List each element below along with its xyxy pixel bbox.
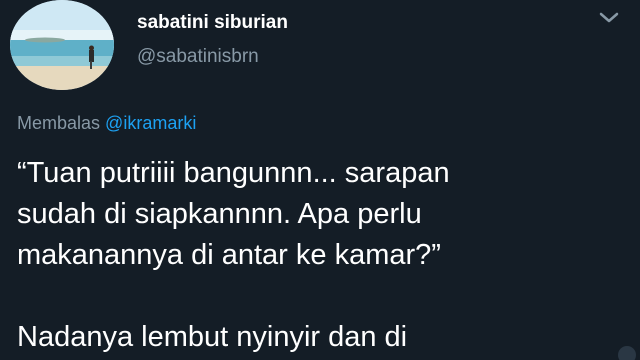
beach-photo-avatar <box>10 0 114 90</box>
corner-indicator <box>618 346 636 360</box>
tweet-text-line: “Tuan putriiii bangunnn... sarapan <box>17 157 450 189</box>
tweet-text: “Tuan putriiii bangunnn... sarapan sudah… <box>17 153 627 358</box>
author-handle[interactable]: @sabatinisbrn <box>137 46 259 68</box>
chevron-down-icon[interactable] <box>595 8 623 28</box>
tweet-text-line: Nadanya lembut nyinyir dan di <box>17 321 408 353</box>
reply-prefix: Membalas <box>17 113 101 133</box>
reply-context: Membalas @ikramarki <box>17 113 196 134</box>
avatar[interactable] <box>10 0 114 90</box>
tweet-screen: sabatini siburian @sabatinisbrn Membalas… <box>0 0 640 360</box>
reply-mention-link[interactable]: @ikramarki <box>105 113 196 133</box>
tweet-text-line: sudah di siapkannnn. Apa perlu <box>17 198 422 230</box>
tweet-text-line: makanannya di antar ke kamar?” <box>17 239 441 271</box>
author-display-name[interactable]: sabatini siburian <box>137 12 288 34</box>
